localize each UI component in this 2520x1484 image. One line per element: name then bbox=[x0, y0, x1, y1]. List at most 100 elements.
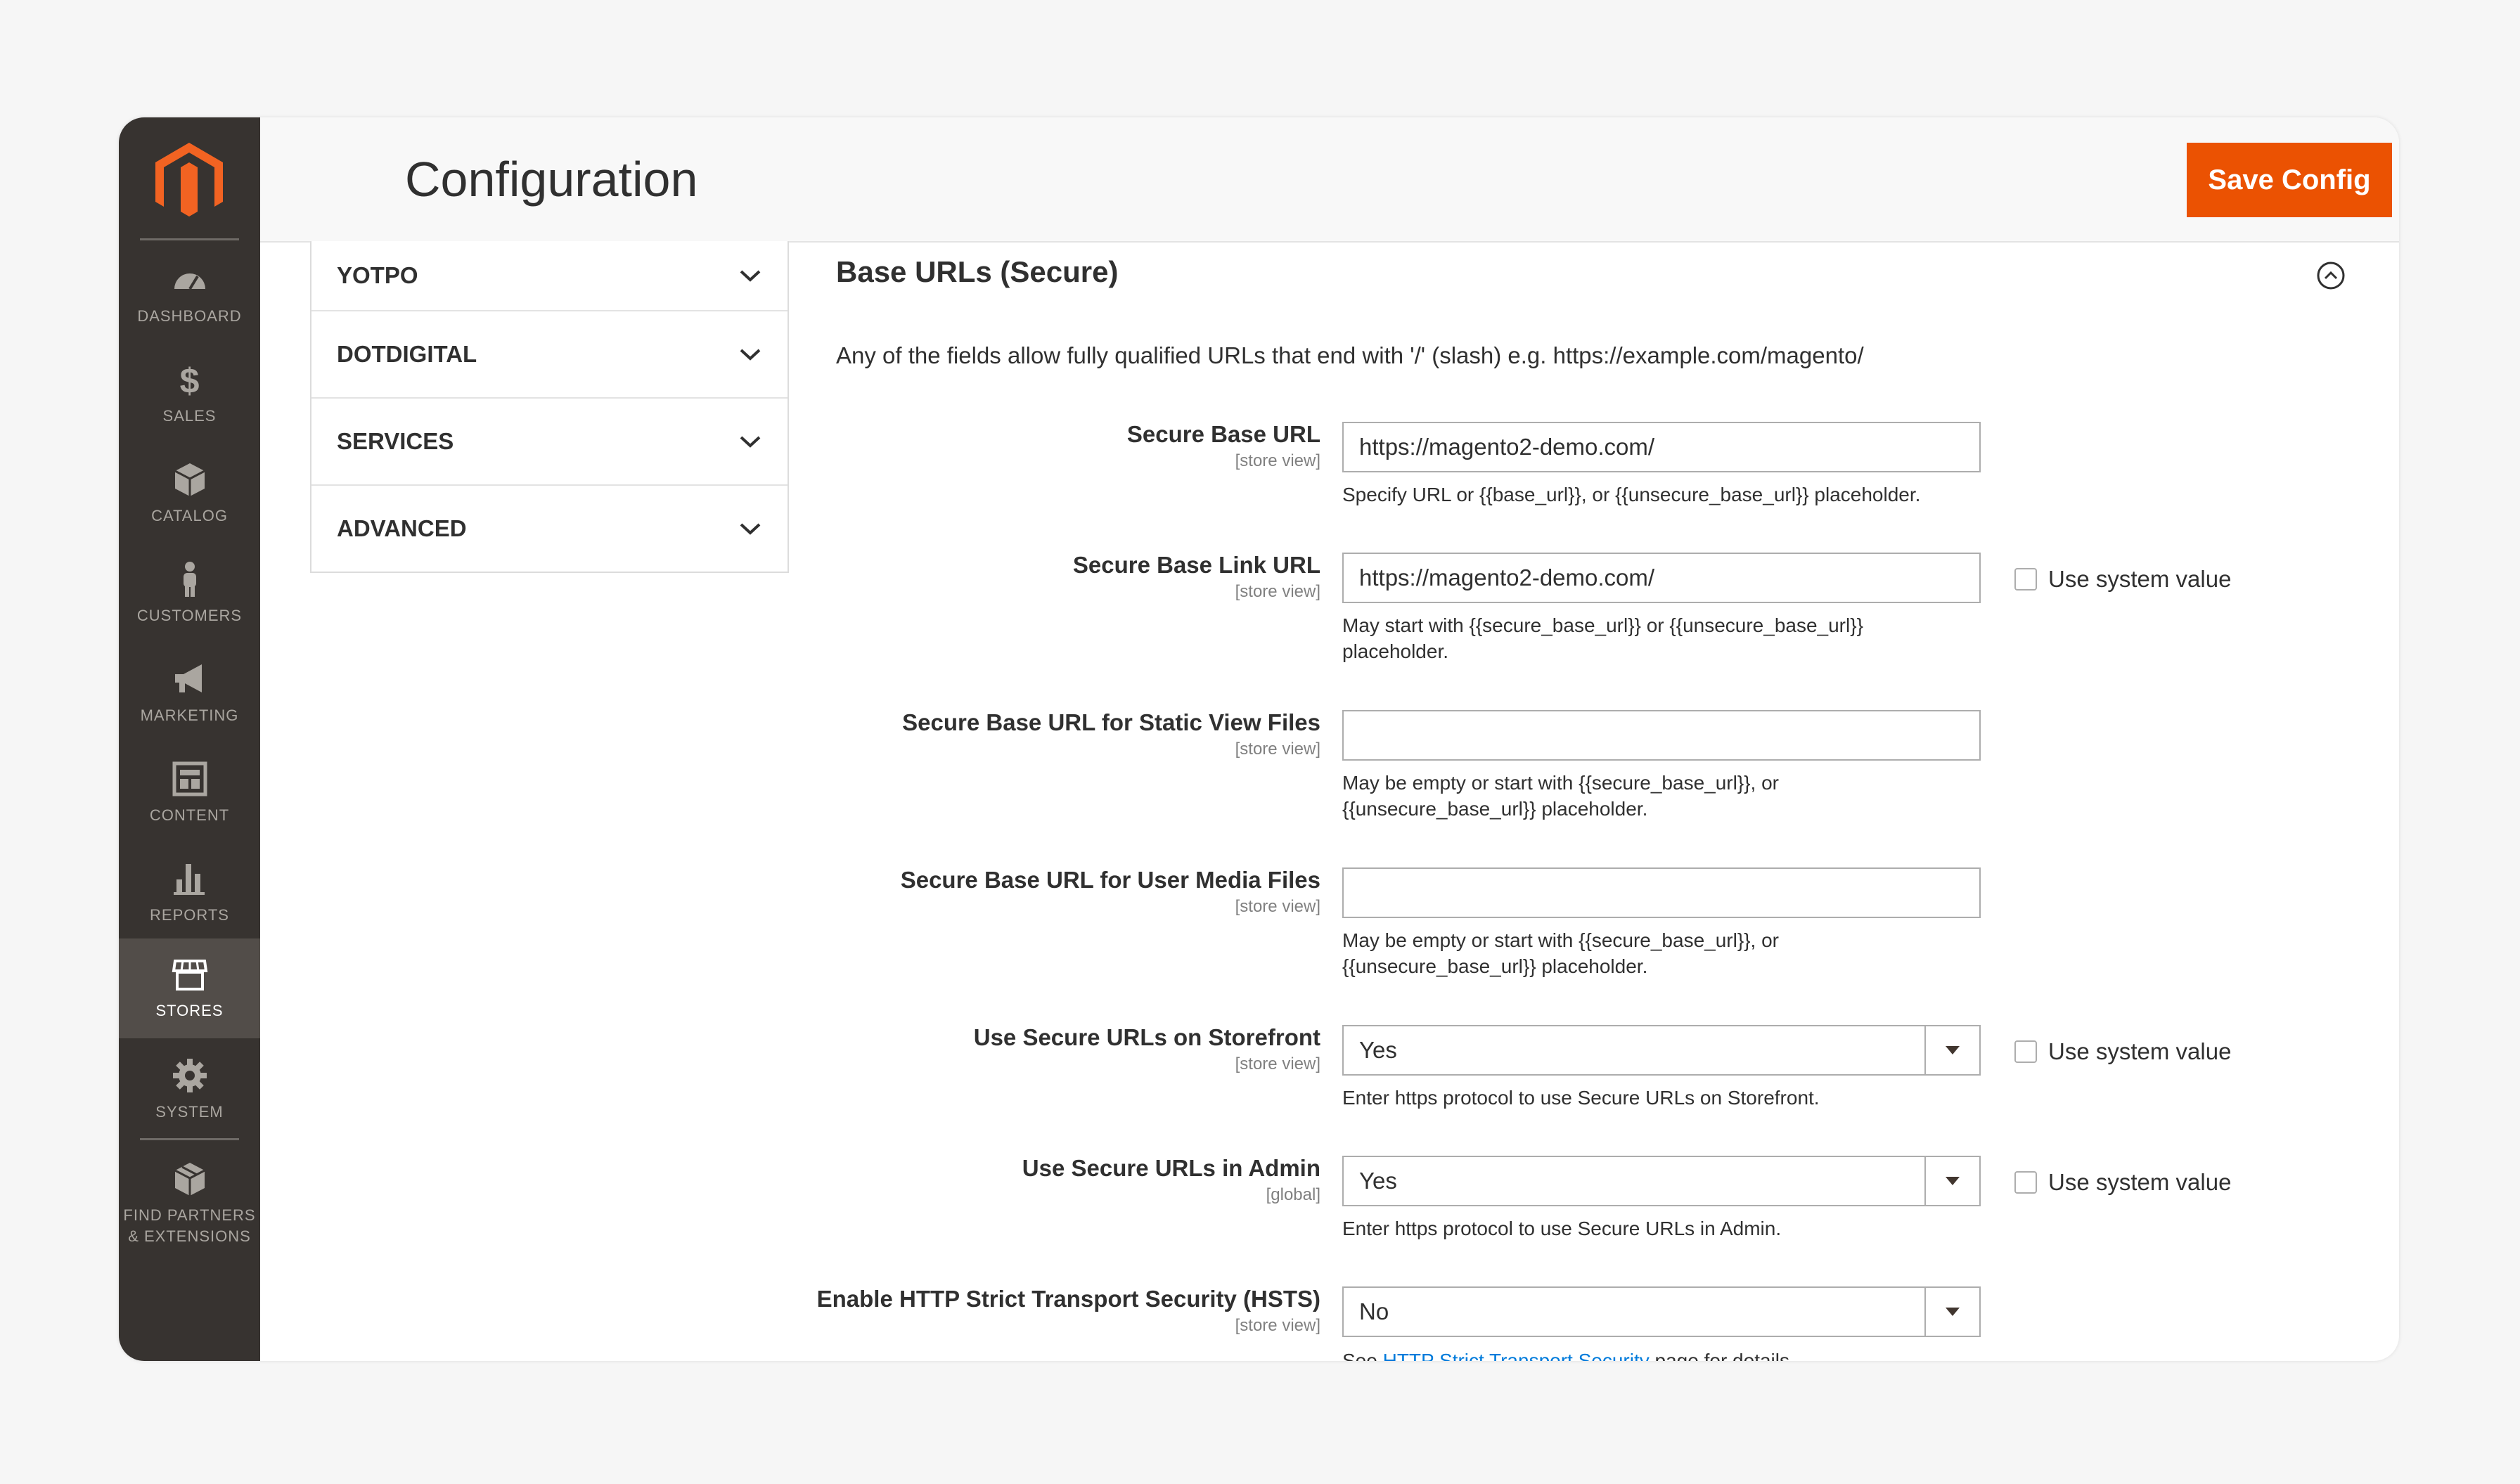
page-title: Configuration bbox=[405, 152, 698, 207]
hsts-select[interactable]: No bbox=[1342, 1286, 1981, 1337]
tab-services[interactable]: SERVICES bbox=[311, 397, 788, 484]
sidebar-item-catalog[interactable]: CATALOG bbox=[119, 444, 260, 543]
sidebar-item-sales[interactable]: $ SALES bbox=[119, 344, 260, 444]
caret-down-icon bbox=[1946, 1046, 1960, 1054]
section-intro: Any of the fields allow fully qualified … bbox=[836, 342, 1864, 368]
sidebar-item-label: CONTENT bbox=[149, 806, 230, 824]
sidebar-item-label: STORES bbox=[155, 1002, 224, 1019]
field-label: Secure Base URL for User Media Files bbox=[900, 867, 1320, 893]
select-value: Yes bbox=[1359, 1037, 1397, 1063]
field-note: See HTTP Strict Transport Security page … bbox=[1342, 1348, 1947, 1361]
use-system-value-label: Use system value bbox=[2048, 566, 2232, 592]
sidebar-item-label: SALES bbox=[162, 407, 217, 425]
gear-icon bbox=[172, 1059, 207, 1092]
cube-icon bbox=[174, 463, 205, 496]
field-note: May start with {{secure_base_url}} or {{… bbox=[1342, 612, 1947, 664]
dashboard-icon bbox=[174, 273, 205, 290]
tab-label: DOTDIGITAL bbox=[337, 341, 477, 367]
config-tabs: YOTPO DOTDIGITAL SERVICES ADVANCED bbox=[310, 241, 789, 573]
section-title[interactable]: Base URLs (Secure) bbox=[836, 255, 1118, 289]
field-note: May be empty or start with {{secure_base… bbox=[1342, 770, 1947, 822]
field-note-line: {{unsecure_base_url}} placeholder. bbox=[1342, 798, 1648, 820]
use-system-value-link-url[interactable]: Use system value bbox=[2014, 566, 2231, 593]
field-note-line: {{unsecure_base_url}} placeholder. bbox=[1342, 955, 1648, 977]
admin-sidebar: DASHBOARD $ SALES CATALOG CUSTOMERS MARK… bbox=[119, 117, 260, 1361]
secure-admin-select[interactable]: Yes bbox=[1342, 1156, 1981, 1206]
field-label: Enable HTTP Strict Transport Security (H… bbox=[816, 1286, 1320, 1312]
field-note-line: May be empty or start with {{secure_base… bbox=[1342, 772, 1779, 794]
use-system-value-storefront[interactable]: Use system value bbox=[2014, 1038, 2231, 1065]
secure-base-link-url-input[interactable]: https://magento2-demo.com/ bbox=[1342, 553, 1981, 603]
field-scope: [store view] bbox=[1235, 1316, 1320, 1335]
sidebar-item-label: SYSTEM bbox=[155, 1103, 224, 1121]
use-system-value-label: Use system value bbox=[2048, 1169, 2232, 1195]
person-icon bbox=[183, 562, 196, 597]
tab-yotpo[interactable]: YOTPO bbox=[311, 241, 788, 310]
secure-base-url-input[interactable]: https://magento2-demo.com/ bbox=[1342, 422, 1981, 472]
caret-down-icon bbox=[1946, 1177, 1960, 1185]
field-scope: [store view] bbox=[1235, 1054, 1320, 1073]
field-scope: [store view] bbox=[1235, 451, 1320, 470]
sidebar-item-label: MARKETING bbox=[140, 706, 239, 724]
tab-label: YOTPO bbox=[337, 262, 418, 288]
sidebar-item-content[interactable]: CONTENT bbox=[119, 743, 260, 843]
sidebar-item-find-partners[interactable]: FIND PARTNERS & EXTENSIONS bbox=[119, 1144, 260, 1263]
field-note: Enter https protocol to use Secure URLs … bbox=[1342, 1087, 1820, 1109]
select-arrow[interactable] bbox=[1924, 1157, 1979, 1205]
svg-text:$: $ bbox=[179, 361, 200, 399]
sidebar-item-reports[interactable]: REPORTS bbox=[119, 843, 260, 943]
field-note: Enter https protocol to use Secure URLs … bbox=[1342, 1218, 1782, 1239]
tab-dotdigital[interactable]: DOTDIGITAL bbox=[311, 310, 788, 397]
sidebar-item-label: CATALOG bbox=[151, 507, 228, 524]
static-view-files-url-input[interactable] bbox=[1342, 710, 1981, 761]
field-label: Secure Base URL for Static View Files bbox=[902, 709, 1320, 735]
tab-advanced[interactable]: ADVANCED bbox=[311, 484, 788, 572]
select-value: Yes bbox=[1359, 1168, 1397, 1194]
sidebar-item-label: CUSTOMERS bbox=[136, 607, 243, 624]
page-header: Configuration Save Config bbox=[260, 117, 2399, 243]
note-text: page for details. bbox=[1649, 1350, 1795, 1361]
sidebar-item-marketing[interactable]: MARKETING bbox=[119, 643, 260, 743]
field-scope: [store view] bbox=[1235, 897, 1320, 916]
caret-down-icon bbox=[1946, 1308, 1960, 1316]
field-note-line: placeholder. bbox=[1342, 640, 1449, 662]
sidebar-item-system[interactable]: SYSTEM bbox=[119, 1040, 260, 1140]
field-scope: [store view] bbox=[1235, 740, 1320, 759]
user-media-files-url-input[interactable] bbox=[1342, 867, 1981, 918]
use-system-value-label: Use system value bbox=[2048, 1038, 2232, 1064]
collapse-section-icon[interactable] bbox=[2316, 261, 2346, 290]
admin-window: DASHBOARD $ SALES CATALOG CUSTOMERS MARK… bbox=[119, 117, 2399, 1361]
dollar-icon: $ bbox=[179, 361, 200, 399]
field-scope: [global] bbox=[1266, 1185, 1320, 1204]
select-arrow[interactable] bbox=[1924, 1026, 1979, 1074]
extensions-icon bbox=[174, 1163, 205, 1196]
note-text: See bbox=[1342, 1350, 1383, 1361]
use-system-value-admin[interactable]: Use system value bbox=[2014, 1169, 2231, 1196]
use-system-value-checkbox[interactable] bbox=[2014, 568, 2037, 591]
field-note-line: May start with {{secure_base_url}} or {{… bbox=[1342, 614, 1863, 636]
input-value: https://magento2-demo.com/ bbox=[1359, 564, 1655, 591]
storefront-icon bbox=[172, 960, 207, 991]
sidebar-item-stores[interactable]: STORES bbox=[119, 938, 260, 1038]
sidebar-item-label: FIND PARTNERS & EXTENSIONS bbox=[123, 1206, 256, 1245]
use-system-value-checkbox[interactable] bbox=[2014, 1171, 2037, 1194]
save-config-button[interactable]: Save Config bbox=[2187, 143, 2392, 217]
hsts-docs-link[interactable]: HTTP Strict Transport Security bbox=[1383, 1350, 1650, 1361]
sidebar-item-customers[interactable]: CUSTOMERS bbox=[119, 543, 260, 643]
field-scope: [store view] bbox=[1235, 582, 1320, 601]
field-label: Secure Base Link URL bbox=[1072, 552, 1320, 578]
magento-logo-icon[interactable] bbox=[155, 143, 223, 221]
secure-storefront-select[interactable]: Yes bbox=[1342, 1025, 1981, 1076]
sidebar-item-label: DASHBOARD bbox=[137, 307, 242, 325]
input-value: https://magento2-demo.com/ bbox=[1359, 434, 1655, 460]
field-label: Use Secure URLs on Storefront bbox=[973, 1024, 1320, 1050]
chevron-down-icon bbox=[740, 349, 761, 361]
tab-label: ADVANCED bbox=[337, 515, 467, 541]
field-note: Specify URL or {{base_url}}, or {{unsecu… bbox=[1342, 484, 1921, 505]
field-note: May be empty or start with {{secure_base… bbox=[1342, 927, 1947, 979]
tab-label: SERVICES bbox=[337, 428, 454, 454]
select-arrow[interactable] bbox=[1924, 1288, 1979, 1336]
use-system-value-checkbox[interactable] bbox=[2014, 1040, 2037, 1063]
sidebar-divider bbox=[140, 1138, 239, 1140]
sidebar-item-dashboard[interactable]: DASHBOARD bbox=[119, 244, 260, 344]
